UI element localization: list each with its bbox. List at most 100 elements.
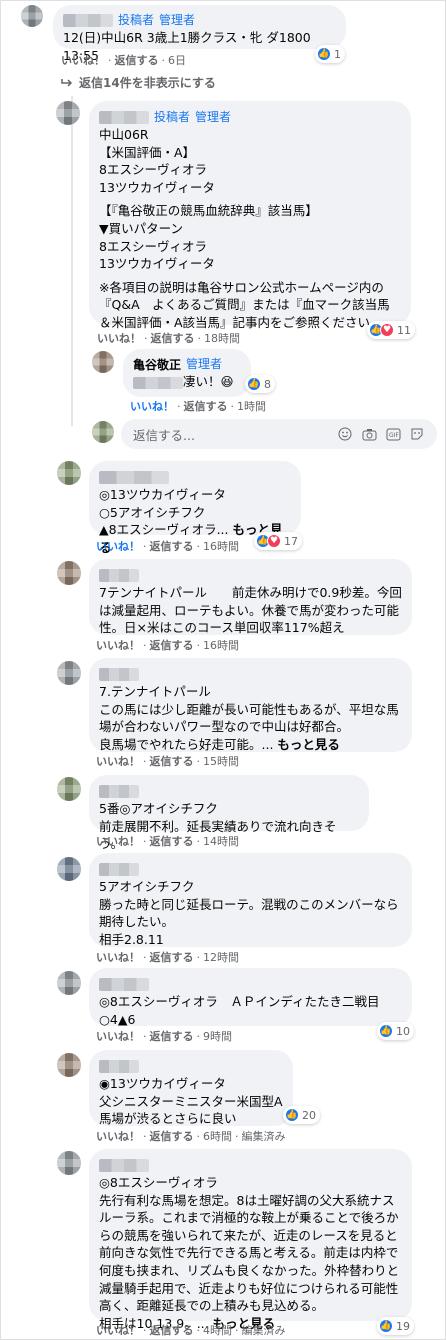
see-more-link[interactable]: もっと見る xyxy=(277,737,340,752)
commenter-name[interactable] xyxy=(99,667,139,681)
like-button[interactable]: いいね！ xyxy=(96,1030,140,1043)
commenter-name[interactable] xyxy=(99,1158,149,1172)
reaction-summary[interactable]: 👍 20 xyxy=(283,1106,320,1124)
comment-header xyxy=(99,1057,283,1075)
comment-timestamp[interactable]: 1時間 xyxy=(237,400,266,413)
like-button[interactable]: いいね！ xyxy=(96,755,140,768)
author-avatar[interactable] xyxy=(92,351,114,373)
sticker-icon[interactable] xyxy=(409,426,425,442)
reply-arrow-icon xyxy=(61,78,73,87)
commenter-avatar[interactable] xyxy=(57,661,81,685)
reaction-summary[interactable]: 👍 19 xyxy=(377,1317,414,1335)
edited-label[interactable]: 編集済み xyxy=(242,1324,286,1337)
like-button[interactable]: いいね！ xyxy=(130,400,174,413)
reply-button[interactable]: 返信する xyxy=(150,755,194,768)
comment-header: 投稿者 管理者 xyxy=(99,108,401,126)
reply-button[interactable]: 返信する xyxy=(150,1030,194,1043)
reaction-summary[interactable]: 👍 ♥ 11 xyxy=(367,321,415,339)
comment-timestamp[interactable]: 6時間 xyxy=(203,1130,232,1143)
comment-bubble: 5アオイシチフク 勝った時と同じ延長ローテ。混戦のこのメンバーなら期待したい。 … xyxy=(89,853,412,947)
comment-timestamp[interactable]: 15時間 xyxy=(203,755,239,768)
reply-input[interactable]: 返信する... GIF xyxy=(121,419,437,449)
commenter-name[interactable] xyxy=(99,784,139,798)
like-button[interactable]: いいね！ xyxy=(96,1130,140,1143)
comment-timestamp[interactable]: 16時間 xyxy=(203,540,239,553)
commenter-avatar[interactable] xyxy=(57,971,81,995)
separator: · xyxy=(235,1130,239,1143)
hide-replies-link[interactable]: 返信14件を非表示にする xyxy=(61,74,216,91)
reaction-summary[interactable]: 👍 8 xyxy=(245,375,275,393)
separator: · xyxy=(144,332,148,345)
commenter-name[interactable]: 亀谷敬正 xyxy=(133,356,181,373)
separator: · xyxy=(196,835,201,848)
camera-icon[interactable] xyxy=(361,426,377,442)
comment-actions: いいね！ · 返信する · 16時間 xyxy=(96,638,239,654)
like-button[interactable]: いいね！ xyxy=(96,639,140,652)
comment-timestamp[interactable]: 12時間 xyxy=(203,951,239,964)
admin-badge: 管理者 xyxy=(195,110,232,124)
like-button[interactable]: いいね！ xyxy=(96,1324,140,1337)
like-button[interactable]: いいね！ xyxy=(96,951,140,964)
comment-actions: いいね！ · 返信する · 15時間 xyxy=(96,754,239,770)
separator: · xyxy=(196,1324,201,1337)
comment-actions: いいね！ · 返信する · 4時間 · 編集済み xyxy=(96,1323,286,1339)
reply-button[interactable]: 返信する xyxy=(115,54,159,67)
mention-name[interactable] xyxy=(133,376,183,389)
commenter-avatar[interactable] xyxy=(57,561,81,585)
emoji-icon[interactable] xyxy=(337,426,353,442)
separator: · xyxy=(197,332,202,345)
comment-text: 凄い！😆 xyxy=(183,374,234,389)
composer-tools: GIF xyxy=(337,426,425,442)
reaction-summary[interactable]: 👍 ♥ 17 xyxy=(254,532,302,550)
commenter-name[interactable] xyxy=(99,977,149,991)
comment-timestamp[interactable]: 14時間 xyxy=(203,835,239,848)
comment-header xyxy=(99,468,291,486)
separator: · xyxy=(161,54,166,67)
reply-button[interactable]: 返信する xyxy=(150,951,194,964)
comment-timestamp[interactable]: 9時間 xyxy=(203,1030,232,1043)
comment-timestamp[interactable]: 4時間 xyxy=(203,1324,232,1337)
commenter-avatar[interactable] xyxy=(57,857,81,881)
like-button[interactable]: いいね！ xyxy=(97,332,141,345)
reaction-summary[interactable]: 👍 10 xyxy=(377,1022,414,1040)
comment-header: 亀谷敬正 管理者 xyxy=(133,355,241,373)
reply-button[interactable]: 返信する xyxy=(150,1324,194,1337)
commenter-name[interactable] xyxy=(99,568,139,582)
commenter-avatar[interactable] xyxy=(57,1151,81,1175)
comment-timestamp[interactable]: 16時間 xyxy=(203,639,239,652)
separator: · xyxy=(196,951,201,964)
reply-button[interactable]: 返信する xyxy=(150,1130,194,1143)
comment-timestamp[interactable]: 6日 xyxy=(168,54,186,67)
reaction-count: 10 xyxy=(396,1024,410,1038)
edited-label[interactable]: 編集済み xyxy=(242,1130,286,1143)
commenter-name[interactable] xyxy=(99,862,139,876)
commenter-avatar[interactable] xyxy=(57,1053,81,1077)
like-reaction-icon: 👍 xyxy=(379,1024,393,1038)
gif-icon[interactable]: GIF xyxy=(385,426,401,442)
commenter-name[interactable] xyxy=(99,1059,139,1073)
comment-header: 投稿者 管理者 xyxy=(63,11,336,29)
commenter-avatar[interactable] xyxy=(57,777,81,801)
comment-bubble: 7テンナイトパール 前走休み明けで0.9秒差。今回は減量起用、ローテもよい。休養… xyxy=(89,559,412,635)
current-user-avatar[interactable] xyxy=(92,421,114,443)
separator: · xyxy=(143,1130,147,1143)
separator: · xyxy=(143,540,147,553)
comment-bubble: 7.テンナイトパール この馬には少し距離が長い可能性もあるが、平坦な馬場が合わな… xyxy=(89,658,412,752)
commenter-name[interactable] xyxy=(63,13,113,27)
reply-button[interactable]: 返信する xyxy=(150,835,194,848)
commenter-name[interactable] xyxy=(99,110,149,124)
reaction-count: 1 xyxy=(334,47,341,61)
reaction-summary[interactable]: 👍 1 xyxy=(315,45,345,63)
reply-button[interactable]: 返信する xyxy=(150,540,194,553)
like-button[interactable]: いいね！ xyxy=(96,540,140,553)
comment-timestamp[interactable]: 18時間 xyxy=(204,332,240,345)
reply-button[interactable]: 返信する xyxy=(150,639,194,652)
commenter-name[interactable] xyxy=(99,470,169,484)
like-button[interactable]: いいね！ xyxy=(61,54,105,67)
commenter-avatar[interactable] xyxy=(56,101,80,125)
reply-button[interactable]: 返信する xyxy=(151,332,195,345)
commenter-avatar[interactable] xyxy=(57,461,81,485)
commenter-avatar[interactable] xyxy=(21,5,43,27)
reply-button[interactable]: 返信する xyxy=(184,400,228,413)
like-button[interactable]: いいね！ xyxy=(96,835,140,848)
